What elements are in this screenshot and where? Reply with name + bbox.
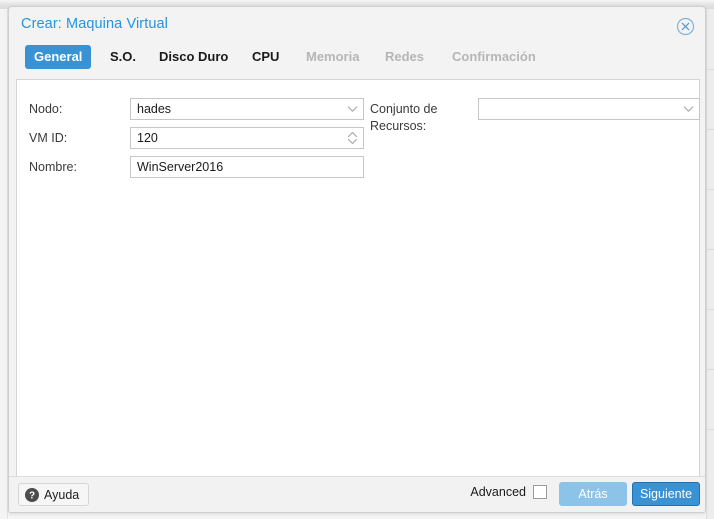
vmid-spinner[interactable]: 120	[130, 127, 364, 149]
vmid-label: VM ID:	[29, 131, 68, 145]
nombre-value: WinServer2016	[137, 160, 224, 174]
nombre-label: Nombre:	[29, 160, 77, 174]
chevron-down-icon[interactable]	[342, 99, 362, 119]
create-vm-dialog: Crear: Maquina Virtual General S.O. Disc…	[8, 6, 706, 513]
nodo-combobox[interactable]: hades	[130, 98, 364, 120]
general-tab-panel: Nodo: hades VM ID: 120 Nombre: WinServer…	[16, 79, 700, 478]
tab-general[interactable]: General	[25, 45, 92, 69]
dialog-titlebar: Crear: Maquina Virtual	[9, 7, 705, 45]
question-circle-icon: ?	[25, 487, 39, 502]
conjunto-recursos-label-line2: Recursos:	[370, 119, 427, 133]
close-icon[interactable]	[676, 17, 695, 36]
dialog-footer: ? Ayuda Advanced Atrás Siguiente	[9, 476, 705, 512]
svg-text:?: ?	[29, 490, 35, 501]
nodo-label: Nodo:	[29, 102, 63, 116]
next-button[interactable]: Siguiente	[632, 482, 700, 506]
tab-confirmacion: Confirmación	[452, 49, 536, 64]
back-button: Atrás	[559, 482, 627, 506]
advanced-toggle-group: Advanced	[470, 485, 547, 499]
tab-disco-duro[interactable]: Disco Duro	[150, 45, 237, 69]
help-button[interactable]: ? Ayuda	[18, 483, 90, 506]
tab-memoria: Memoria	[306, 49, 360, 64]
nombre-field[interactable]: WinServer2016	[130, 156, 364, 178]
right-edge-rail	[706, 9, 714, 519]
advanced-checkbox[interactable]	[533, 485, 547, 499]
page-title: Crear: Maquina Virtual	[21, 16, 169, 32]
tab-redes: Redes	[385, 49, 425, 64]
chevron-down-icon[interactable]	[678, 99, 698, 119]
nodo-value: hades	[137, 102, 172, 116]
conjunto-recursos-combobox[interactable]	[478, 98, 700, 120]
tab-so[interactable]: S.O.	[101, 45, 145, 69]
conjunto-recursos-label-line1: Conjunto de	[370, 102, 438, 116]
wizard-tabbar: General S.O. Disco Duro CPU Memoria Rede…	[9, 45, 705, 79]
spinner-updown-icon[interactable]	[342, 128, 362, 148]
tab-cpu[interactable]: CPU	[243, 45, 288, 69]
help-button-label: Ayuda	[44, 487, 80, 502]
vmid-value: 120	[137, 131, 158, 145]
advanced-label: Advanced	[470, 485, 526, 499]
